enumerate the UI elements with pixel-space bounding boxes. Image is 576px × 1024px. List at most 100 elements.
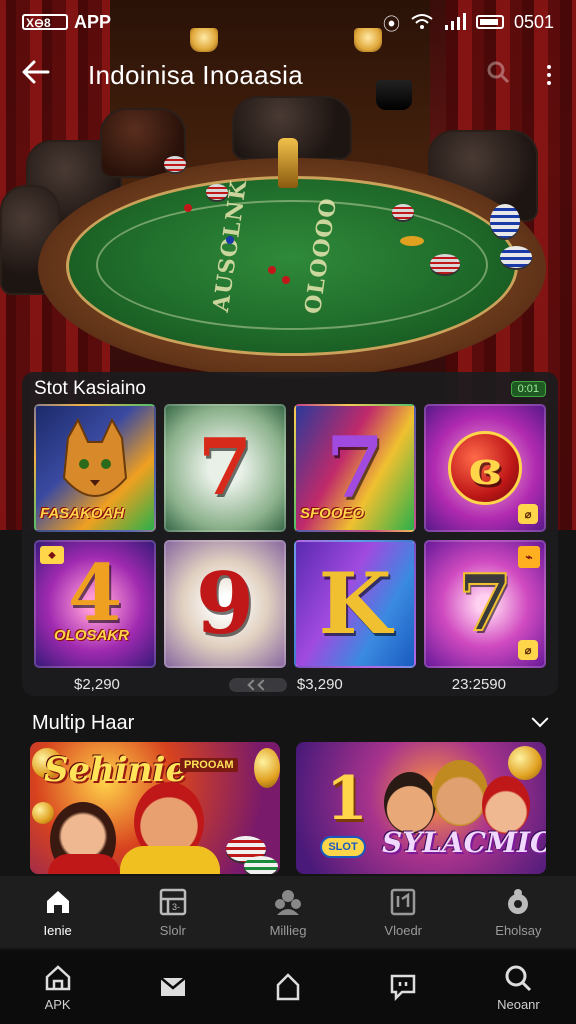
- multiplayer-section-title: Multip Haar: [32, 711, 135, 734]
- slot-casino-panel: Stot Kasiaino 0:01 FASAKOAH 7 7 SFOOEO ɞ…: [22, 372, 558, 696]
- chip: [282, 276, 290, 284]
- jackpot-row: $2,290 $3,290 23:2590: [34, 676, 546, 693]
- tab-multiplayer[interactable]: Millieg: [230, 876, 345, 948]
- tile-corner-badge: ⬥: [40, 546, 64, 564]
- slot-game-tile[interactable]: K: [294, 540, 416, 668]
- multiplayer-banner[interactable]: 1 SLOT SYLACMIOS: [296, 742, 546, 874]
- tab-label: Slolr: [159, 922, 186, 938]
- tile-glyph: 4: [67, 548, 123, 639]
- tab-label: Eholsay: [495, 922, 542, 938]
- tile-label: SFOOEO: [300, 505, 365, 522]
- tile-glyph: K: [318, 554, 392, 653]
- tab-home[interactable]: Ienie: [0, 876, 115, 948]
- multiplayer-banner[interactable]: Sehinie PROOAM: [30, 742, 280, 874]
- slot-game-tile[interactable]: 7: [164, 404, 286, 532]
- chip: [184, 204, 192, 212]
- tab-label: Vloedr: [384, 922, 422, 938]
- nav-inbox[interactable]: [115, 950, 230, 1024]
- app-header: Indoinisa Inoaasia: [0, 50, 576, 100]
- slot-game-tile[interactable]: 9: [164, 540, 286, 668]
- player-avatar: [384, 772, 436, 834]
- tab-label: Ienie: [43, 922, 72, 938]
- app-indicator-text: APP: [74, 11, 112, 32]
- status-right: ⦿ 0501: [383, 10, 554, 35]
- more-options-button[interactable]: [544, 65, 554, 85]
- video-icon: [390, 888, 416, 915]
- carousel-pager[interactable]: [228, 677, 287, 692]
- tile-corner-badge: ⌀: [518, 504, 538, 524]
- wifi-icon: [411, 14, 433, 29]
- slot-machine-icon: 3-: [159, 888, 187, 915]
- banner-title: SYLACMIOS: [382, 826, 546, 859]
- chip-stack: [500, 246, 532, 268]
- slot-game-tile[interactable]: ⌁ 7 ⌀: [424, 540, 546, 668]
- slot-game-grid: FASAKOAH 7 7 SFOOEO ɞ ⌀ ⬥ 4 OLOSAKR 9 K …: [34, 404, 546, 668]
- slot-game-tile[interactable]: 7 SFOOEO: [294, 404, 416, 532]
- chip-stack: [206, 184, 228, 200]
- coin-icon: [508, 746, 542, 780]
- nav-label: APK: [44, 996, 71, 1012]
- cat-icon: [62, 418, 128, 497]
- chip: [226, 236, 234, 244]
- chip-icon: [508, 888, 529, 914]
- slot-game-tile[interactable]: FASAKOAH: [34, 404, 156, 532]
- chip-stack: [244, 856, 278, 874]
- system-nav-bar: APK Neoanr: [0, 950, 576, 1024]
- status-left: X⊖8 APP: [22, 12, 111, 33]
- back-button[interactable]: [22, 60, 62, 90]
- bottom-tab-bar: Ienie 3- Slolr Millieg Vloedr Eholsay: [0, 876, 576, 948]
- tile-corner-badge: ⌁: [518, 546, 540, 568]
- home-outline-icon: [45, 964, 70, 990]
- dot: [547, 73, 551, 77]
- slot-badge: SLOT: [320, 836, 366, 858]
- jackpot-value: $2,290: [74, 676, 120, 693]
- tile-glyph: 9: [195, 554, 255, 653]
- clock: 0501: [513, 11, 554, 32]
- slot-game-tile[interactable]: ⬥ 4 OLOSAKR: [34, 540, 156, 668]
- chip-stack: [430, 254, 460, 274]
- house-icon: [276, 973, 300, 1001]
- multiplayer-section-header: Multip Haar: [32, 708, 549, 738]
- status-bar: X⊖8 APP ⦿ 0501: [0, 0, 576, 44]
- dot: [547, 81, 551, 85]
- search-icon: [505, 965, 532, 991]
- slot-game-tile[interactable]: ɞ ⌀: [424, 404, 546, 532]
- chip: [268, 266, 276, 274]
- chevron-down-icon[interactable]: [531, 710, 549, 728]
- nav-apk[interactable]: APK: [0, 950, 115, 1024]
- nav-search[interactable]: Neoanr: [461, 950, 576, 1024]
- tile-glyph: 7: [197, 422, 253, 513]
- search-icon[interactable]: [486, 60, 510, 90]
- jackpot-center: $3,290: [228, 676, 343, 693]
- signal-icon: [444, 13, 466, 30]
- nav-home[interactable]: [230, 950, 345, 1024]
- tile-label: OLOSAKR: [54, 627, 129, 644]
- chip: [400, 236, 424, 246]
- red-coin-icon: ɞ: [448, 431, 522, 505]
- tile-glyph: 7: [457, 558, 513, 649]
- slot-section-title: Stot Kasiaino: [34, 378, 146, 399]
- trophy: [278, 138, 298, 188]
- tab-video[interactable]: Vloedr: [346, 876, 461, 948]
- nav-label: Neoanr: [497, 996, 540, 1012]
- nav-chat[interactable]: [346, 950, 461, 1024]
- coin-icon: [32, 802, 54, 824]
- chat-icon: [390, 974, 416, 1002]
- back-arrow-icon: [22, 60, 50, 84]
- carrier-icon: X⊖8: [22, 14, 68, 30]
- player-shirt: [120, 846, 220, 874]
- chevron-left-icon: [257, 678, 269, 691]
- players-icon: [275, 889, 301, 915]
- tab-slot[interactable]: 3- Slolr: [115, 876, 230, 948]
- banner-subtitle: PROOAM: [180, 758, 238, 772]
- tile-corner-badge: ⌀: [518, 640, 538, 660]
- player-shirt: [48, 854, 120, 874]
- tab-label: Millieg: [269, 922, 307, 938]
- player-avatar: [432, 760, 488, 826]
- dot: [547, 65, 551, 69]
- jackpot-value: 23:2590: [451, 676, 506, 693]
- tab-history[interactable]: Eholsay: [461, 876, 576, 948]
- slot-section-header: Stot Kasiaino 0:01: [34, 372, 546, 402]
- coin-icon: [254, 748, 280, 788]
- tile-label: FASAKOAH: [40, 505, 125, 522]
